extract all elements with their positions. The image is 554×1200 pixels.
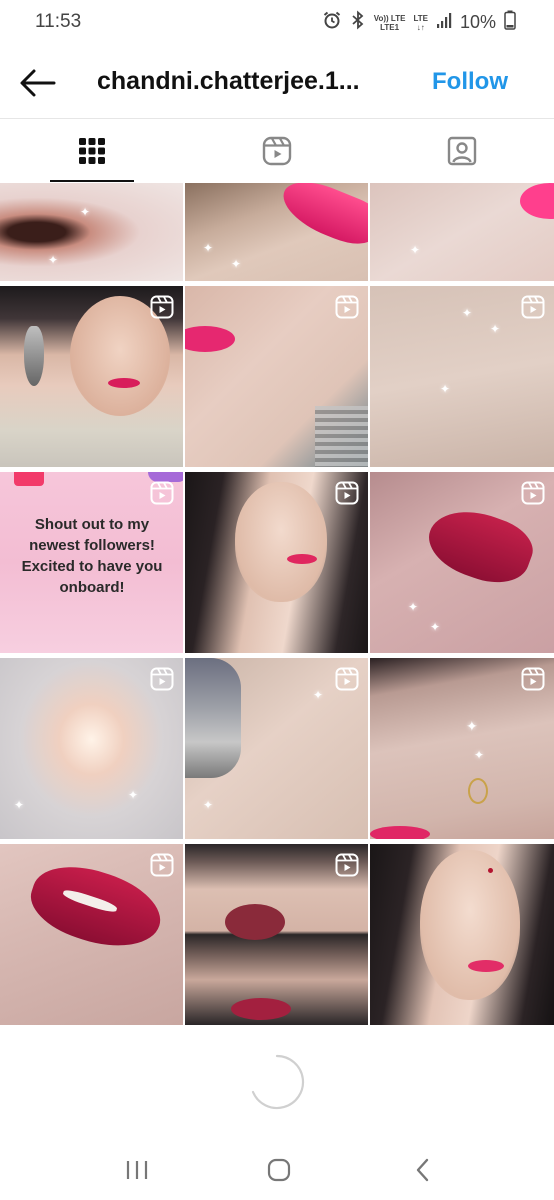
- sparkle-icon: ✦: [408, 600, 419, 614]
- lips-shape: [287, 554, 317, 564]
- reel-icon: [150, 853, 174, 877]
- home-icon: [267, 1158, 291, 1182]
- post-nose-ring[interactable]: ✦ ✦: [370, 658, 554, 839]
- loading-spinner-icon: [251, 1054, 305, 1110]
- reel-icon: [150, 295, 174, 319]
- reel-icon: [521, 295, 545, 319]
- lips-shape: [520, 183, 554, 219]
- battery-icon: [504, 10, 516, 35]
- sparkle-icon: ✦: [203, 798, 214, 812]
- sparkle-icon: ✦: [440, 382, 451, 396]
- face-shape: [420, 850, 520, 1000]
- post-blurred-light[interactable]: ✦ ✦: [0, 658, 183, 839]
- reel-icon: [335, 667, 359, 691]
- network-label: Vo)) LTE LTE1: [373, 13, 406, 32]
- lips-shape: [275, 183, 368, 253]
- post-pink-lips[interactable]: ✦ ✦: [185, 183, 368, 281]
- reels-icon: [262, 136, 292, 165]
- bindi-shape: [488, 868, 493, 873]
- status-time: 11:53: [35, 11, 82, 32]
- sparkle-icon: ✦: [410, 243, 421, 257]
- lips-shape: [420, 498, 540, 594]
- screen: 11:53 Vo)) LTE LTE1 LTE ↓↑ 10% chandni.c…: [0, 0, 554, 1200]
- recent-apps-button[interactable]: [122, 1155, 152, 1185]
- battery-percentage: 10%: [459, 12, 496, 32]
- sparkle-icon: ✦: [474, 748, 485, 762]
- post-woman-smiling[interactable]: [185, 472, 368, 653]
- signal-icon: [436, 11, 452, 34]
- post-nose-closeup[interactable]: ✦ ✦: [0, 183, 183, 281]
- reel-icon: [335, 295, 359, 319]
- lte-icon: LTE ↓↑: [413, 13, 428, 32]
- lips-shape: [185, 326, 235, 352]
- post-lips-collage[interactable]: [185, 844, 368, 1025]
- reel-icon: [335, 481, 359, 505]
- back-arrow-icon: [20, 69, 56, 97]
- grid-icon: [79, 137, 105, 164]
- post-woman-portrait[interactable]: [370, 844, 554, 1025]
- lips-shape: [370, 826, 430, 839]
- post-skin-closeup[interactable]: ✦ ✦ ✦: [370, 286, 554, 467]
- back-chevron-icon: [416, 1158, 429, 1182]
- sparkle-icon: ✦: [466, 718, 478, 734]
- tab-tagged[interactable]: [370, 119, 554, 182]
- alarm-icon: [322, 10, 342, 35]
- recent-apps-icon: [126, 1161, 148, 1179]
- profile-tabs: [0, 119, 554, 182]
- post-shout-out-card[interactable]: Shout out to my newest followers! Excite…: [0, 472, 183, 653]
- necklace-shape: [315, 406, 368, 467]
- system-nav-bar: [0, 1140, 554, 1200]
- post-red-lips[interactable]: ✦ ✦: [370, 472, 554, 653]
- tab-reels[interactable]: [185, 119, 369, 182]
- post-jhumka-earring[interactable]: [0, 286, 183, 467]
- post-red-lips-smile[interactable]: [0, 844, 183, 1025]
- reel-icon: [150, 481, 174, 505]
- sparkle-icon: ✦: [462, 306, 473, 320]
- lips-shape: [108, 378, 140, 388]
- profile-username: chandni.chatterjee.1...: [97, 67, 360, 95]
- post-lips-cheek[interactable]: [185, 286, 368, 467]
- sparkle-icon: ✦: [430, 620, 441, 634]
- post-lips-corner[interactable]: ✦: [370, 183, 554, 281]
- lips-shape: [225, 904, 285, 940]
- sparkle-icon: ✦: [128, 788, 139, 802]
- back-button[interactable]: [18, 66, 58, 100]
- status-icons: Vo)) LTE LTE1 LTE ↓↑ 10%: [322, 10, 516, 35]
- home-button[interactable]: [264, 1155, 294, 1185]
- follow-button[interactable]: Follow: [432, 68, 508, 96]
- sparkle-icon: ✦: [203, 241, 214, 255]
- sparkle-icon: ✦: [14, 798, 25, 812]
- tagged-icon: [447, 136, 477, 165]
- lips-shape: [231, 998, 291, 1020]
- reel-icon: [150, 667, 174, 691]
- post-earring-neck[interactable]: ✦ ✦: [185, 658, 368, 839]
- back-nav-button[interactable]: [408, 1155, 438, 1185]
- reel-icon: [521, 667, 545, 691]
- lips-shape: [468, 960, 504, 972]
- nose-ring-shape: [468, 778, 488, 804]
- posts-grid: ✦ ✦ ✦ ✦ ✦ ✦ ✦ ✦ Shout out to my newest f…: [0, 183, 554, 1025]
- sparkle-icon: ✦: [231, 257, 242, 271]
- sparkle-icon: ✦: [80, 205, 91, 219]
- sparkle-icon: ✦: [48, 253, 59, 267]
- shout-out-text: Shout out to my newest followers! Excite…: [21, 516, 163, 596]
- sparkle-icon: ✦: [490, 322, 501, 336]
- earring-shape: [185, 658, 241, 778]
- face-shape: [235, 482, 327, 602]
- reel-icon: [335, 853, 359, 877]
- reel-icon: [521, 481, 545, 505]
- earring-shape: [24, 326, 44, 386]
- tab-posts-grid[interactable]: [0, 119, 184, 182]
- status-bar: 11:53 Vo)) LTE LTE1 LTE ↓↑ 10%: [0, 0, 554, 44]
- sparkle-icon: ✦: [313, 688, 324, 702]
- profile-header: chandni.chatterjee.1... Follow: [0, 52, 554, 114]
- bluetooth-icon: [350, 10, 366, 35]
- decor-shape: [14, 472, 44, 486]
